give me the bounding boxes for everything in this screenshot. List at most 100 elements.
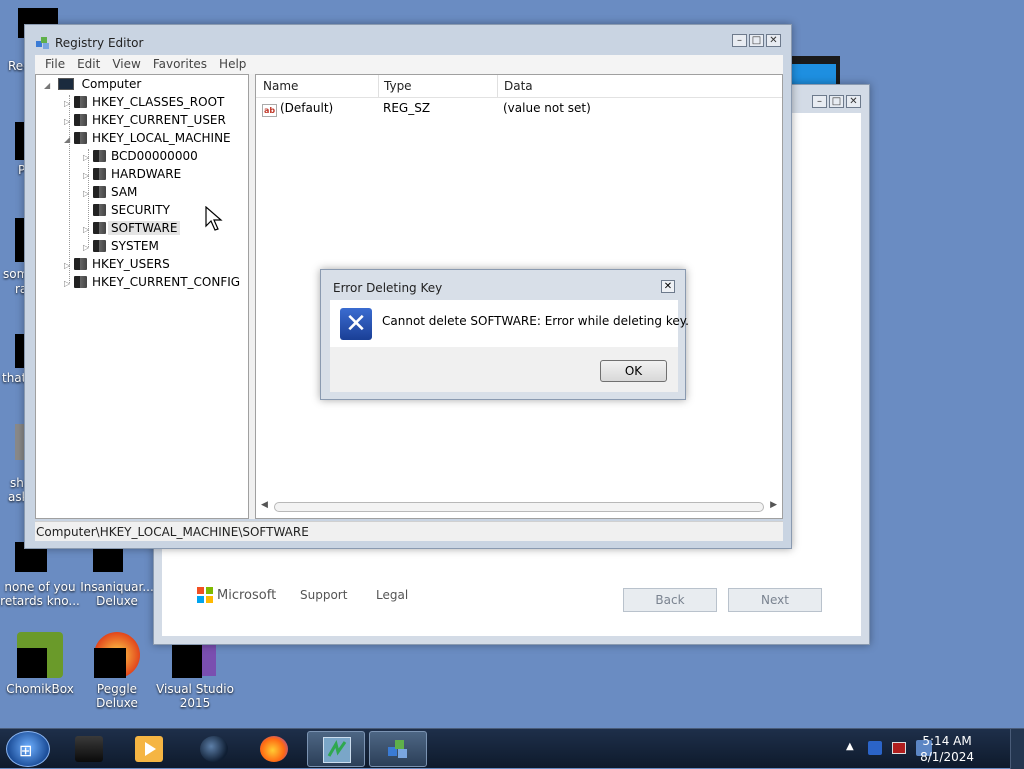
close-icon[interactable]: ✕	[846, 95, 861, 108]
dialog-title: Error Deleting Key	[333, 281, 443, 295]
tree-node-bcd[interactable]: ▷ BCD00000000	[83, 147, 198, 165]
taskbar-item-registry-editor[interactable]	[369, 731, 427, 767]
close-icon[interactable]: ✕	[661, 280, 675, 293]
tree-node-hardware[interactable]: ▷ HARDWARE	[83, 165, 181, 183]
support-link[interactable]: Support	[300, 588, 347, 602]
menu-file[interactable]: File	[39, 55, 71, 74]
string-value-icon: ab	[262, 104, 277, 117]
column-header-data[interactable]: Data	[497, 75, 782, 97]
microsoft-label: Microsoft	[217, 587, 277, 603]
folder-icon	[93, 150, 106, 162]
registry-app-icon	[35, 35, 51, 51]
menu-help[interactable]: Help	[213, 55, 252, 74]
tree-node-system[interactable]: ▷ SYSTEM	[83, 237, 159, 255]
expand-icon[interactable]: ▷	[64, 275, 74, 293]
scroll-right-icon[interactable]: ▶	[770, 500, 777, 510]
taskbar-item-setup[interactable]	[307, 731, 365, 767]
black-box-icon	[75, 736, 103, 762]
error-dialog: Error Deleting Key ✕ ✕ Cannot delete SOF…	[320, 269, 689, 400]
setup-window-controls: – □ ✕	[812, 95, 861, 108]
desktop-label-clipped: that	[2, 371, 27, 385]
tree-node-software[interactable]: ▷ SOFTWARE	[83, 219, 181, 237]
desktop-label-clipped: sh	[10, 476, 24, 490]
media-player-icon	[135, 736, 163, 762]
chomikbox-icon	[17, 632, 63, 678]
folder-icon	[93, 168, 106, 180]
dialog-footer: OK	[330, 347, 678, 392]
scroll-left-icon[interactable]: ◀	[261, 500, 268, 510]
value-row-name[interactable]: ab (Default)	[262, 101, 333, 117]
tree-node-hkey-classes-root[interactable]: ▷ HKEY_CLASSES_ROOT	[64, 93, 224, 111]
registry-icon	[385, 737, 413, 763]
taskbar-item-firefox[interactable]	[245, 731, 303, 767]
desktop-icon-label: none of you retards kno...	[0, 580, 80, 608]
folder-icon	[74, 96, 87, 108]
key-tree[interactable]: ◢ Computer ▷ HKEY_CLASSES_ROOT ▷ HKEY_CURR…	[35, 74, 249, 519]
globe-icon	[200, 736, 228, 762]
taskbar-item-media-player[interactable]	[120, 731, 178, 767]
menu-favorites[interactable]: Favorites	[147, 55, 213, 74]
taskbar: ⊞ ▲ 5:14 AM 8/1/2024	[0, 728, 1024, 769]
windows-logo-icon: ⊞	[19, 741, 33, 760]
folder-icon	[93, 186, 106, 198]
maximize-icon[interactable]: □	[749, 34, 764, 47]
next-button[interactable]: Next	[728, 588, 822, 612]
menu-edit[interactable]: Edit	[71, 55, 106, 74]
scroll-thumb[interactable]	[274, 502, 764, 512]
taskbar-item-globe[interactable]	[185, 731, 243, 767]
tree-node-hkey-current-config[interactable]: ▷ HKEY_CURRENT_CONFIG	[64, 273, 240, 291]
tree-node-sam[interactable]: ▷ SAM	[83, 183, 137, 201]
maximize-icon[interactable]: □	[829, 95, 844, 108]
peggle-icon	[94, 632, 140, 678]
clock-time: 5:14 AM	[922, 734, 972, 748]
folder-icon	[74, 114, 87, 126]
collapse-icon[interactable]: ◢	[64, 131, 74, 149]
window-title: Registry Editor	[55, 36, 144, 50]
folder-icon	[93, 204, 106, 216]
background-window-fragment	[790, 56, 840, 86]
back-button[interactable]: Back	[623, 588, 717, 612]
desktop-icon-label: Peggle Deluxe	[96, 682, 138, 710]
selected-key-label: SOFTWARE	[108, 221, 181, 235]
microsoft-brand: Microsoft	[197, 587, 276, 603]
desktop-icon-file[interactable]: none of you retards kno...	[0, 542, 80, 608]
value-row-data: (value not set)	[503, 101, 591, 115]
minimize-icon[interactable]: –	[812, 95, 827, 108]
close-icon[interactable]: ✕	[766, 34, 781, 47]
ok-button[interactable]: OK	[600, 360, 667, 382]
clock[interactable]: 5:14 AM 8/1/2024	[920, 733, 974, 765]
desktop-icon-insaniquarium[interactable]: Insaniquar... Deluxe	[77, 542, 157, 608]
taskbar-item-app[interactable]	[60, 731, 118, 767]
tree-node-security[interactable]: SECURITY	[83, 201, 170, 219]
tree-node-hkey-local-machine[interactable]: ◢ HKEY_LOCAL_MACHINE	[64, 129, 231, 147]
firefox-icon	[260, 736, 288, 762]
window-controls: – □ ✕	[732, 34, 781, 47]
tree-node-hkey-users[interactable]: ▷ HKEY_USERS	[64, 255, 170, 273]
desktop-icon-peggle[interactable]: Peggle Deluxe	[77, 632, 157, 710]
folder-icon	[74, 132, 87, 144]
setup-icon	[323, 737, 351, 763]
column-header-type[interactable]: Type	[377, 75, 498, 97]
collapse-icon[interactable]: ◢	[44, 77, 54, 95]
menu-view[interactable]: View	[106, 55, 146, 74]
tree-node-computer[interactable]: ◢ Computer	[44, 75, 141, 93]
tray-app-icon[interactable]	[868, 741, 882, 755]
clock-date: 8/1/2024	[920, 750, 974, 764]
computer-icon	[57, 78, 74, 90]
start-button[interactable]: ⊞	[6, 731, 50, 767]
column-header-name[interactable]: Name	[256, 75, 379, 97]
status-bar: Computer\HKEY_LOCAL_MACHINE\SOFTWARE	[35, 521, 783, 541]
horizontal-scrollbar[interactable]: ◀ ▶	[260, 500, 778, 514]
tray-expand-icon[interactable]: ▲	[846, 741, 854, 752]
show-desktop-button[interactable]	[1010, 729, 1024, 769]
legal-link[interactable]: Legal	[376, 588, 408, 602]
microsoft-logo-icon	[197, 587, 213, 603]
desktop-icon-chomikbox[interactable]: ChomikBox	[0, 632, 80, 696]
folder-icon	[93, 240, 106, 252]
desktop-icon-label: ChomikBox	[6, 682, 74, 696]
minimize-icon[interactable]: –	[732, 34, 747, 47]
tree-node-hkey-current-user[interactable]: ▷ HKEY_CURRENT_USER	[64, 111, 226, 129]
tray-battery-icon[interactable]	[892, 742, 906, 754]
error-icon: ✕	[340, 308, 372, 340]
dialog-body: ✕ Cannot delete SOFTWARE: Error while de…	[330, 300, 689, 347]
